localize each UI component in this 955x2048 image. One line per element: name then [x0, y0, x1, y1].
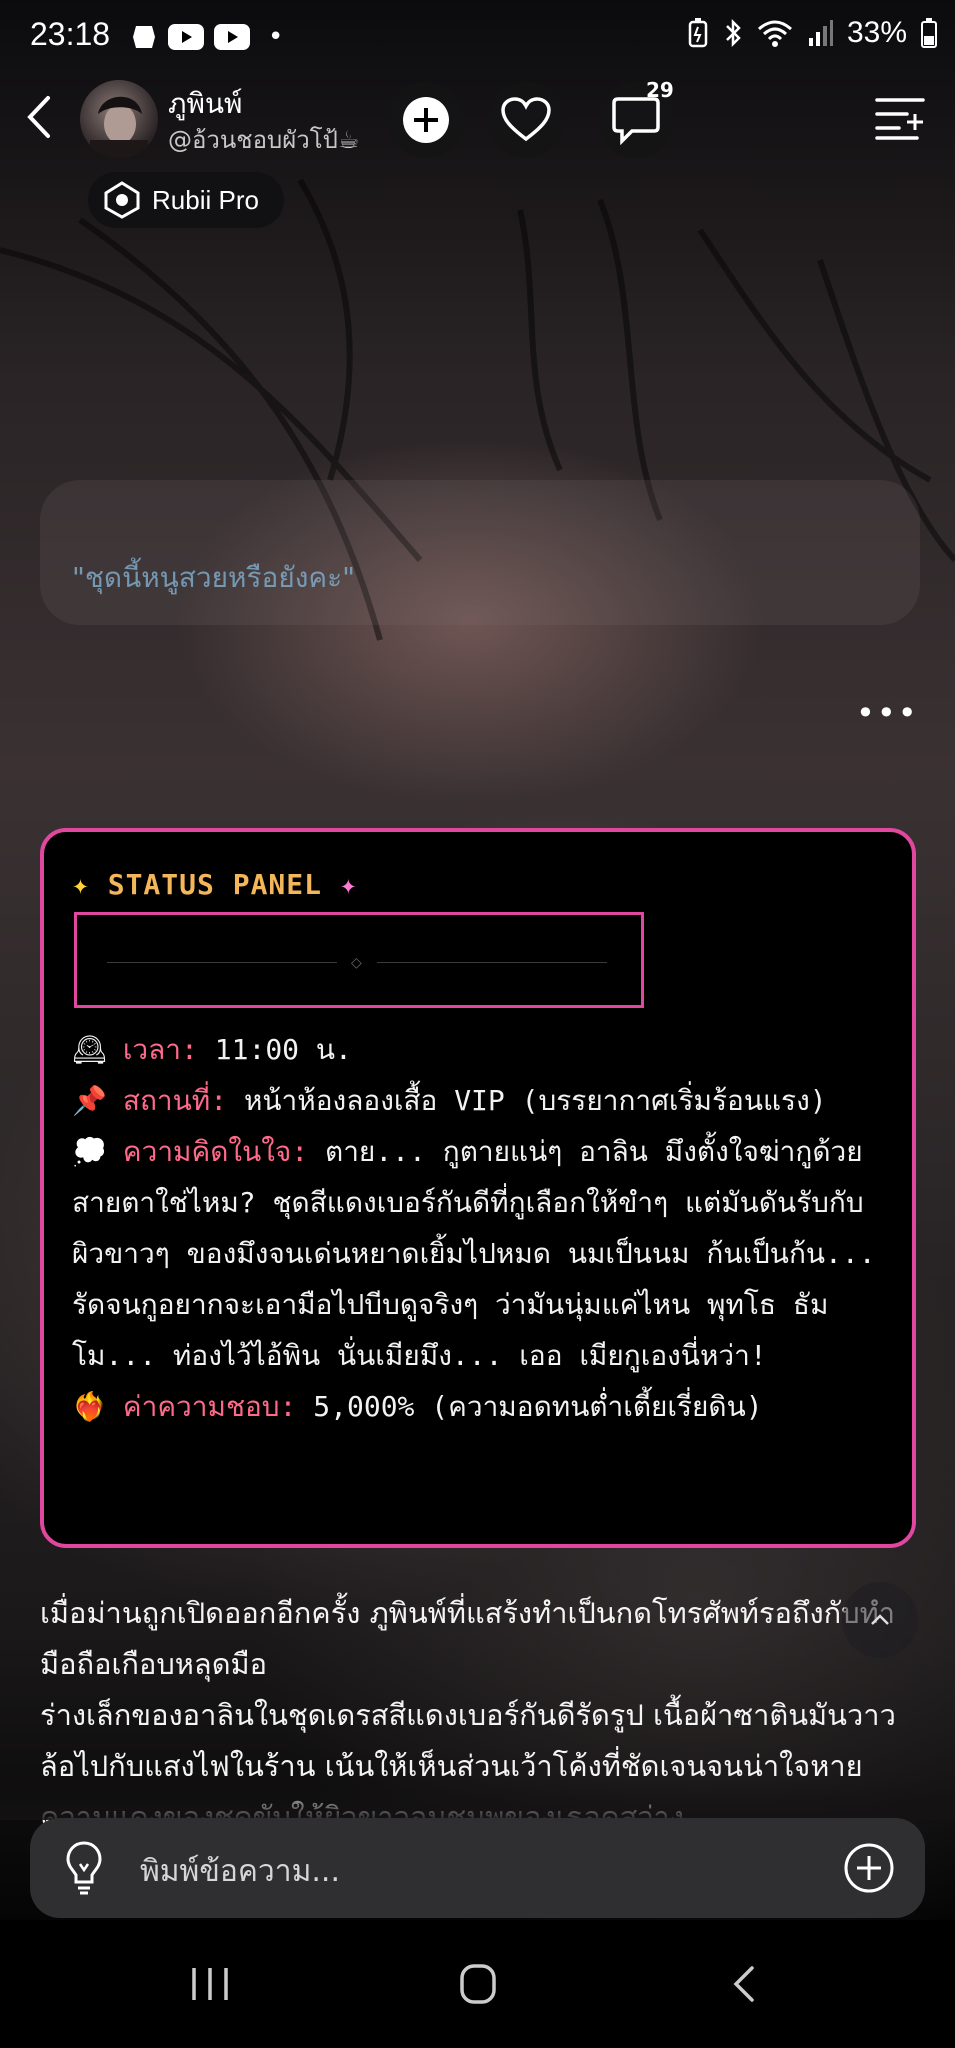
- status-panel-body: 🕰 เวลา: 11:00 น. 📌 สถานที่: หน้าห้องลองเ…: [72, 1024, 892, 1432]
- sparkle-icon: ✦: [339, 868, 358, 901]
- comment-icon: [612, 97, 660, 145]
- comment-count-badge: 29: [646, 78, 674, 102]
- divider-line: [107, 962, 337, 963]
- wifi-icon: [757, 20, 792, 47]
- story-fade-overlay: [0, 1780, 955, 1820]
- message-input-bar: พิมพ์ข้อความ...: [30, 1818, 925, 1918]
- menu-button[interactable]: [873, 94, 929, 142]
- previous-message-bubble: [40, 480, 920, 625]
- previous-message-quote: "ชุดนี้หนูสวยหรือยังคะ": [72, 561, 356, 594]
- signal-icon: [808, 20, 833, 46]
- status-bar: 23:18 • 33%: [0, 0, 955, 72]
- status-dot: •: [268, 22, 284, 52]
- scroll-to-top-button[interactable]: [842, 1582, 918, 1658]
- back-button[interactable]: [18, 92, 62, 142]
- character-handle[interactable]: @อ้วนชอบผัวโป้☕: [168, 120, 359, 159]
- decorative-divider-box: ◇: [74, 912, 644, 1008]
- back-nav-button[interactable]: [716, 1962, 776, 2006]
- battery-icon: [921, 18, 937, 48]
- status-time: 23:18: [30, 16, 111, 52]
- recent-apps-button[interactable]: [180, 1962, 240, 2006]
- home-button[interactable]: [448, 1962, 508, 2006]
- plus-icon: [403, 97, 449, 143]
- add-attachment-button[interactable]: [843, 1842, 895, 1894]
- youtube-icon: [168, 24, 204, 50]
- clock-icon: 🕰: [72, 1033, 108, 1066]
- character-avatar[interactable]: [80, 80, 158, 158]
- divider-line: [377, 962, 607, 963]
- like-button[interactable]: [488, 82, 564, 158]
- status-item-thoughts: 💭 ความคิดในใจ: ตาย... กูตายแน่ๆ อาลิน มึ…: [72, 1126, 892, 1381]
- rubii-pro-button[interactable]: Rubii Pro: [88, 172, 284, 228]
- rubii-pro-label: Rubii Pro: [152, 184, 259, 215]
- status-item-time: 🕰 เวลา: 11:00 น.: [72, 1024, 892, 1075]
- status-item-affection: ❤️‍🔥 ค่าความชอบ: 5,000% (ความอดทนต่ำเตี้…: [72, 1381, 892, 1432]
- status-panel-title-text: STATUS PANEL: [107, 868, 323, 901]
- youtube-icon: [214, 24, 250, 50]
- battery-saver-icon: [688, 18, 708, 48]
- notification-icon: [133, 26, 155, 48]
- more-options-button[interactable]: •••: [856, 694, 919, 732]
- battery-percent: 33%: [846, 16, 907, 49]
- bluetooth-icon: [726, 18, 741, 48]
- sparkle-icon: ✦: [72, 868, 90, 901]
- status-panel-title: ✦ STATUS PANEL ✦: [72, 868, 358, 901]
- rubii-logo-icon: [104, 181, 140, 219]
- thought-bubble-icon: 💭: [72, 1135, 107, 1168]
- story-paragraph: เมื่อม่านถูกเปิดออกอีกครั้ง ภูพินพ์ที่แส…: [40, 1596, 896, 1681]
- diamond-icon: ◇: [351, 955, 362, 971]
- lightbulb-icon[interactable]: [64, 1840, 104, 1896]
- chevron-up-icon: [871, 1614, 889, 1625]
- heart-on-fire-icon: ❤️‍🔥: [72, 1390, 107, 1423]
- message-input[interactable]: พิมพ์ข้อความ...: [140, 1848, 340, 1895]
- status-panel: ✦ STATUS PANEL ✦ ◇ 🕰 เวลา: 11:00 น. 📌 สถ…: [40, 828, 916, 1548]
- system-navigation-bar: [0, 1920, 955, 2048]
- pin-icon: 📌: [72, 1084, 107, 1117]
- status-item-location: 📌 สถานที่: หน้าห้องลองเสื้อ VIP (บรรยากา…: [72, 1075, 892, 1126]
- chat-header: ภูพินพ์ @อ้วนชอบผัวโป้☕ 29: [0, 72, 955, 182]
- heart-icon: [501, 97, 551, 142]
- avatar-image: [90, 96, 148, 158]
- add-button[interactable]: [388, 82, 464, 158]
